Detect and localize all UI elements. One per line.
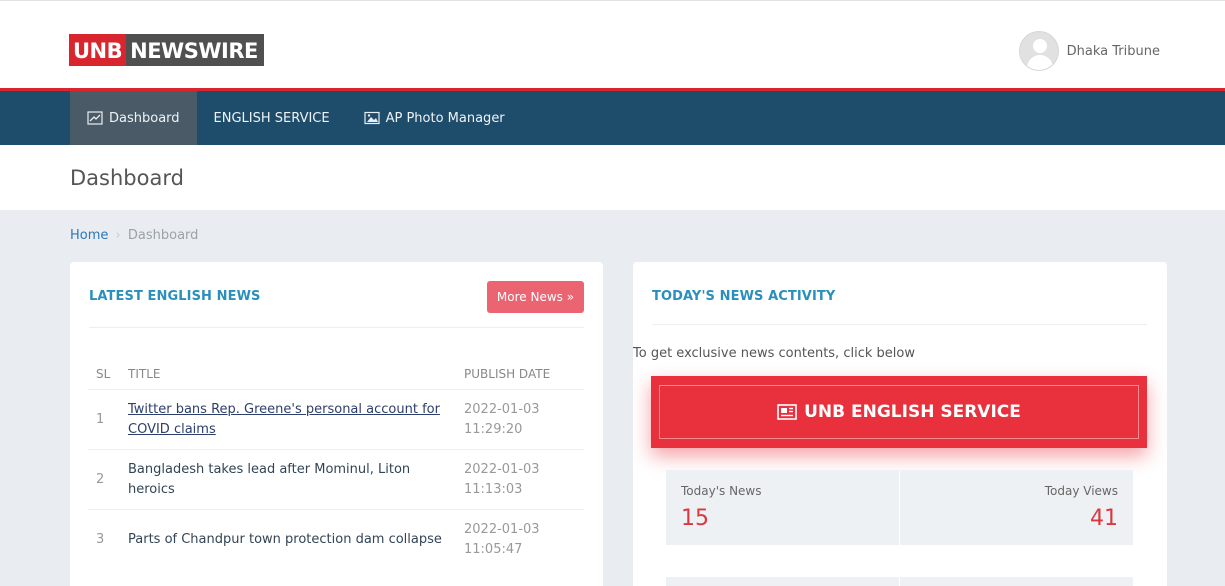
row-date-cell: 2022-01-03 11:05:47 xyxy=(456,509,584,570)
main-navbar: Dashboard ENGLISH SERVICE AP Photo Manag… xyxy=(0,88,1225,145)
latest-news-title: LATEST ENGLISH NEWS xyxy=(89,289,261,304)
more-news-button[interactable]: More News » xyxy=(487,281,584,313)
activity-intro-text: To get exclusive news contents, click be… xyxy=(633,346,915,361)
breadcrumb-separator: › xyxy=(115,228,121,243)
column-header-title: TITLE xyxy=(128,367,161,381)
user-name[interactable]: Dhaka Tribune xyxy=(1067,44,1160,59)
row-sl: 2 xyxy=(88,449,120,510)
nav-item-english-service[interactable]: ENGLISH SERVICE xyxy=(197,91,347,145)
newspaper-icon xyxy=(777,404,797,420)
table-header-row: SL TITLE PUBLISH DATE xyxy=(88,359,584,390)
chart-line-icon xyxy=(87,111,103,125)
top-header: UNB NEWSWIRE Dhaka Tribune xyxy=(0,0,1225,88)
breadcrumb: Home › Dashboard xyxy=(70,228,198,243)
column-header-sl: SL xyxy=(96,367,111,381)
service-button-label: UNB ENGLISH SERVICE xyxy=(804,402,1021,422)
table-row: 1 Twitter bans Rep. Greene's personal ac… xyxy=(88,389,584,450)
nav-item-label: Dashboard xyxy=(109,110,180,126)
logo-part-newswire: NEWSWIRE xyxy=(126,34,264,66)
row-sl: 1 xyxy=(88,389,120,450)
news-activity-panel: TODAY'S NEWS ACTIVITY To get exclusive n… xyxy=(633,262,1167,586)
news-title-link[interactable]: Bangladesh takes lead after Mominul, Lit… xyxy=(120,449,456,510)
row-sl: 3 xyxy=(88,509,120,570)
panel-divider xyxy=(652,324,1147,325)
todays-news-label: Today's News xyxy=(681,484,762,498)
row-date-cell: 2022-01-03 11:29:20 xyxy=(456,389,584,450)
today-views-stat: Today Views 41 xyxy=(900,470,1133,545)
todays-news-stat: Today's News 15 xyxy=(666,470,899,545)
news-title-link[interactable]: Parts of Chandpur town protection dam co… xyxy=(120,509,456,570)
row-date: 2022-01-03 xyxy=(464,401,540,417)
today-views-label: Today Views xyxy=(1044,484,1118,498)
avatar-head-shape xyxy=(1032,39,1047,53)
avatar[interactable] xyxy=(1018,31,1059,71)
logo-part-unb: UNB xyxy=(69,34,127,66)
today-views-value: 41 xyxy=(1090,506,1118,531)
page-header: Dashboard xyxy=(0,145,1225,210)
row-time: 11:05:47 xyxy=(464,541,523,557)
unb-newswire-logo[interactable]: UNB NEWSWIRE xyxy=(69,34,264,66)
stat-box-partial xyxy=(900,577,1133,586)
image-icon xyxy=(363,111,380,125)
nav-item-ap-photo-manager[interactable]: AP Photo Manager xyxy=(347,91,522,145)
breadcrumb-home-link[interactable]: Home xyxy=(70,228,108,243)
latest-news-table: SL TITLE PUBLISH DATE 1 Twitter bans Rep… xyxy=(88,359,584,570)
row-date: 2022-01-03 xyxy=(464,461,540,477)
todays-news-value: 15 xyxy=(681,506,709,531)
row-time: 11:29:20 xyxy=(464,421,523,437)
row-date: 2022-01-03 xyxy=(464,521,540,537)
news-activity-title: TODAY'S NEWS ACTIVITY xyxy=(652,289,836,304)
latest-news-panel: LATEST ENGLISH NEWS More News » SL TITLE… xyxy=(70,262,603,586)
service-button-inner: UNB ENGLISH SERVICE xyxy=(659,385,1139,439)
breadcrumb-current: Dashboard xyxy=(127,228,199,243)
nav-item-dashboard[interactable]: Dashboard xyxy=(70,91,197,145)
row-time: 11:13:03 xyxy=(464,481,523,497)
unb-english-service-button[interactable]: UNB ENGLISH SERVICE xyxy=(651,376,1147,448)
nav-menu: Dashboard ENGLISH SERVICE AP Photo Manag… xyxy=(70,91,522,145)
panel-divider xyxy=(89,327,584,328)
nav-item-label: AP Photo Manager xyxy=(385,110,505,126)
table-row: 2 Bangladesh takes lead after Mominul, L… xyxy=(88,449,584,510)
user-menu[interactable]: Dhaka Tribune xyxy=(1018,31,1160,71)
news-title-link[interactable]: Twitter bans Rep. Greene's personal acco… xyxy=(120,389,456,450)
column-header-date: PUBLISH DATE xyxy=(464,367,551,381)
stat-box-partial xyxy=(666,577,899,586)
row-date-cell: 2022-01-03 11:13:03 xyxy=(456,449,584,510)
nav-item-label: ENGLISH SERVICE xyxy=(213,110,330,126)
table-row: 3 Parts of Chandpur town protection dam … xyxy=(88,509,584,570)
page-title: Dashboard xyxy=(70,166,184,190)
avatar-shoulders-shape xyxy=(1026,55,1053,70)
